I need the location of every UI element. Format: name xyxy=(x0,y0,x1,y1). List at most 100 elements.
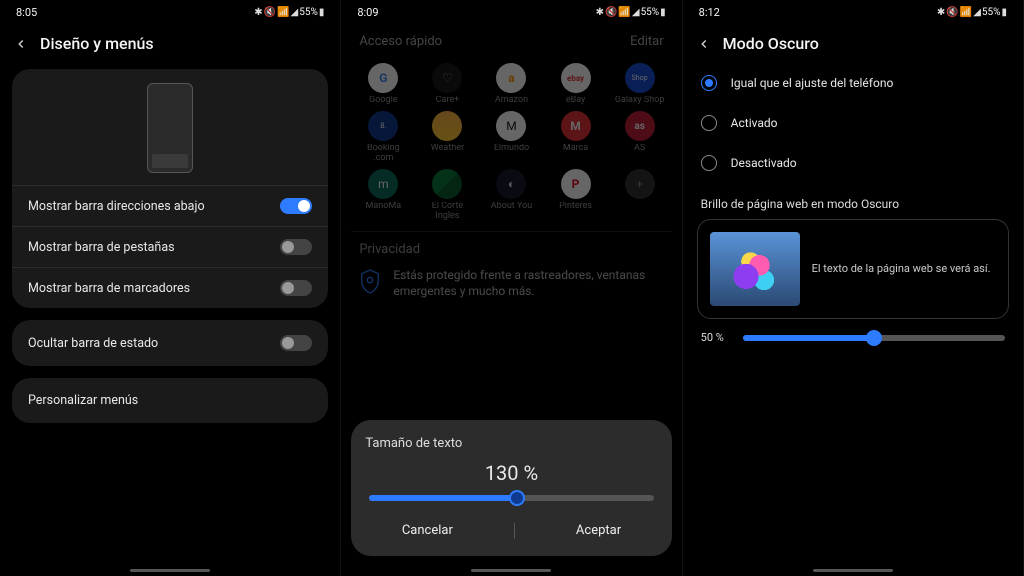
text-size-value: 130 % xyxy=(365,461,657,485)
phone-preview xyxy=(12,69,328,185)
radio-icon xyxy=(701,155,717,171)
row-label: Mostrar barra de pestañas xyxy=(28,240,175,255)
status-bar: 8:12 ✱🔇📶◢ 55%▮ xyxy=(683,0,1023,24)
tile-icon: + xyxy=(625,169,655,199)
tile-icon: Shop xyxy=(625,63,655,93)
tile-icon: m xyxy=(368,169,398,199)
status-bar: 8:05 ✱🔇📶◢ 55%▮ xyxy=(0,0,340,24)
brightness-preview: El texto de la página web se verá así. xyxy=(697,219,1009,319)
tile-icon: ♡ xyxy=(432,63,462,93)
screen-text-size-modal: 8:09 ✱🔇📶◢ 55%▮ Acceso rápido Editar GGoo… xyxy=(341,0,682,576)
tile-icon xyxy=(432,169,462,199)
preview-text: El texto de la página web se verá así. xyxy=(812,262,991,276)
quick-access-tile[interactable]: ♡ Care+ xyxy=(415,63,479,105)
header: Diseño y menús xyxy=(0,24,340,63)
row-label: Ocultar barra de estado xyxy=(28,336,158,351)
privacy-text: Estás protegido frente a rastreadores, v… xyxy=(393,267,663,299)
back-icon[interactable] xyxy=(14,37,28,51)
quick-access-tile[interactable]: P Pinteres xyxy=(544,169,608,221)
text-size-modal: Tamaño de texto 130 % Cancelar Aceptar xyxy=(351,420,671,556)
accept-button[interactable]: Aceptar xyxy=(564,515,633,546)
back-icon[interactable] xyxy=(697,37,711,51)
tile-label: Care+ xyxy=(436,96,460,105)
toggle-hide-status[interactable] xyxy=(280,335,312,351)
toggle-tab-bar[interactable] xyxy=(280,239,312,255)
tile-label: Amazon xyxy=(495,96,528,105)
tile-icon: M xyxy=(496,111,526,141)
tile-label: ManoMa xyxy=(366,202,402,211)
privacy-section-label: Privacidad xyxy=(351,231,671,263)
tile-icon: B. xyxy=(368,111,398,141)
quick-access-label: Acceso rápido xyxy=(359,34,442,49)
screen-dark-mode: 8:12 ✱🔇📶◢ 55%▮ Modo Oscuro Igual que el … xyxy=(683,0,1024,576)
quick-access-tile[interactable]: G Google xyxy=(351,63,415,105)
status-indicators: ✱🔇📶◢ 55%▮ xyxy=(596,7,666,18)
row-customize-menus[interactable]: Personalizar menús xyxy=(12,378,328,423)
screen-layout-and-menus: 8:05 ✱🔇📶◢ 55%▮ Diseño y menús Mostrar ba… xyxy=(0,0,341,576)
quick-access-tile[interactable]: M Elmundo xyxy=(479,111,543,163)
tile-icon: a xyxy=(496,63,526,93)
tile-label: Elmundo xyxy=(494,144,529,153)
page-title: Diseño y menús xyxy=(40,34,154,53)
radio-label: Igual que el ajuste del teléfono xyxy=(731,76,894,90)
tile-label: Google xyxy=(369,96,397,105)
tile-label: Pinteres xyxy=(559,202,592,211)
quick-access-tile[interactable]: a Amazon xyxy=(479,63,543,105)
row-bookmark-bar[interactable]: Mostrar barra de marcadores xyxy=(12,267,328,308)
quick-access-tile[interactable]: Shop Galaxy Shop xyxy=(608,63,672,105)
row-addressbar-bottom[interactable]: Mostrar barra direcciones abajo xyxy=(12,185,328,226)
quick-access-tile[interactable]: asAS xyxy=(608,111,672,163)
radio-option[interactable]: Desactivado xyxy=(683,143,1023,183)
privacy-box: Estás protegido frente a rastreadores, v… xyxy=(351,263,671,299)
row-label: Mostrar barra de marcadores xyxy=(28,281,190,296)
brightness-value: 50 % xyxy=(701,331,733,344)
tile-icon: ◐ xyxy=(496,169,526,199)
status-indicators: ✱🔇📶◢ 55%▮ xyxy=(254,7,324,18)
page-title: Modo Oscuro xyxy=(723,34,819,53)
radio-label: Desactivado xyxy=(731,156,797,170)
clock: 8:05 xyxy=(16,6,37,19)
quick-access-tile[interactable]: Weather xyxy=(415,111,479,163)
cancel-button[interactable]: Cancelar xyxy=(390,515,465,546)
phone-illustration-icon xyxy=(147,83,193,173)
radio-option[interactable]: Activado xyxy=(683,103,1023,143)
quick-access-tile[interactable]: MMarca xyxy=(544,111,608,163)
toggle-addressbar-bottom[interactable] xyxy=(280,198,312,214)
tile-icon: ebay xyxy=(561,63,591,93)
tile-icon xyxy=(432,111,462,141)
row-hide-status[interactable]: Ocultar barra de estado xyxy=(12,320,328,366)
quick-access-tile[interactable]: El Corte Ingles xyxy=(415,169,479,221)
radio-icon xyxy=(701,115,717,131)
tile-icon: P xyxy=(561,169,591,199)
slider-thumb[interactable] xyxy=(866,330,882,346)
brightness-slider[interactable] xyxy=(743,335,1005,341)
tile-label: eBay xyxy=(566,96,585,105)
quick-access-tile[interactable]: B. Booking .com xyxy=(351,111,415,163)
edit-button[interactable]: Editar xyxy=(630,34,664,49)
gesture-handle[interactable] xyxy=(471,569,551,572)
header: Modo Oscuro xyxy=(683,24,1023,63)
radio-icon xyxy=(701,75,717,91)
tile-icon: G xyxy=(368,63,398,93)
row-tab-bar[interactable]: Mostrar barra de pestañas xyxy=(12,226,328,267)
tile-label: El Corte Ingles xyxy=(422,202,472,221)
quick-access-tile[interactable]: ebay eBay xyxy=(544,63,608,105)
tile-label: Marca xyxy=(563,144,588,153)
quick-access-tile[interactable]: m ManoMa xyxy=(351,169,415,221)
radio-label: Activado xyxy=(731,116,778,130)
toggle-bookmark-bar[interactable] xyxy=(280,280,312,296)
tile-label: Booking .com xyxy=(358,144,408,163)
text-size-slider[interactable] xyxy=(369,495,653,501)
quick-access-tile[interactable]: + xyxy=(608,169,672,221)
gesture-handle[interactable] xyxy=(130,569,210,572)
row-label: Mostrar barra direcciones abajo xyxy=(28,199,205,214)
dimmed-background: Acceso rápido Editar G Google ♡ Care+ a Amazo… xyxy=(341,24,681,300)
radio-option[interactable]: Igual que el ajuste del teléfono xyxy=(683,63,1023,103)
slider-thumb[interactable] xyxy=(509,490,525,506)
design-card: Mostrar barra direcciones abajo Mostrar … xyxy=(12,69,328,308)
gesture-handle[interactable] xyxy=(813,569,893,572)
quick-access-tile[interactable]: ◐ About You xyxy=(479,169,543,221)
status-indicators: ✱🔇📶◢ 55%▮ xyxy=(937,7,1007,18)
tile-label: About You xyxy=(491,202,532,211)
tile-label: Galaxy Shop xyxy=(615,96,665,105)
